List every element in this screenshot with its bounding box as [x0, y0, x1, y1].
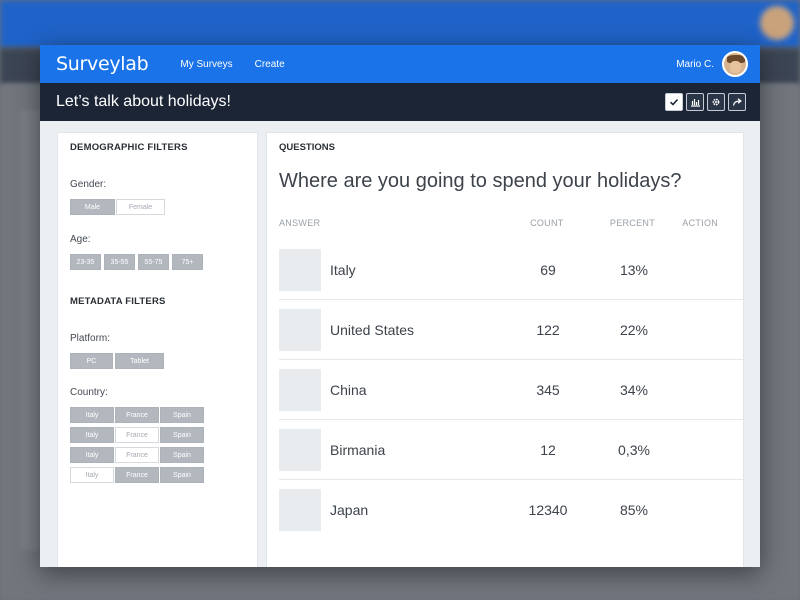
table-row: Japan 12340 85%: [279, 480, 743, 540]
table-row: United States 122 22%: [279, 300, 743, 360]
table-row: Birmania 12 0,3%: [279, 420, 743, 480]
demographic-filters-heading: DEMOGRAPHIC FILTERS: [70, 142, 188, 153]
question-text: Where are you going to spend your holida…: [279, 170, 682, 192]
column-percent: PERCENT: [609, 218, 655, 228]
platform-label: Platform:: [70, 333, 111, 344]
survey-content: DEMOGRAPHIC FILTERS Gender: Male Female …: [40, 121, 760, 567]
country-chip-italy[interactable]: Italy: [70, 427, 114, 443]
answer-percent: 22%: [619, 321, 649, 338]
platform-chip-pc[interactable]: PC: [70, 353, 113, 369]
country-chip-france[interactable]: France: [115, 427, 159, 443]
country-chip-france[interactable]: France: [115, 467, 159, 483]
column-answer: ANSWER: [279, 218, 321, 228]
gender-chip-male[interactable]: Male: [70, 199, 115, 215]
column-count: COUNT: [530, 218, 564, 228]
gender-options: Male Female: [70, 199, 245, 215]
answer-count: 12: [540, 441, 556, 458]
country-chip-france[interactable]: France: [115, 447, 159, 463]
answer-label: Italy: [330, 261, 356, 278]
answers-table: Italy 69 13% United States 122 22% China…: [267, 240, 743, 540]
answers-table-header: ANSWER COUNT PERCENT ACTION: [267, 218, 743, 230]
background-panel: [20, 110, 40, 550]
questions-panel: QUESTIONS Where are you going to spend y…: [266, 132, 744, 567]
answer-percent: 85%: [619, 502, 649, 518]
country-row: Italy France Spain: [70, 467, 245, 483]
nav-my-surveys[interactable]: My Surveys: [180, 59, 232, 70]
table-row: Italy 69 13%: [279, 240, 743, 300]
answer-percent: 13%: [619, 261, 649, 278]
country-chip-spain[interactable]: Spain: [160, 407, 204, 423]
gender-label: Gender:: [70, 179, 107, 190]
check-icon[interactable]: [665, 93, 683, 111]
user-menu[interactable]: Mario C.: [676, 51, 748, 77]
app-header: Surveylab My Surveys Create Mario C.: [40, 45, 760, 83]
background-avatar: [760, 6, 794, 40]
country-options: Italy France Spain Italy France Spain It…: [70, 407, 245, 483]
answer-thumbnail: [279, 308, 321, 351]
table-row: China 345 34%: [279, 360, 743, 420]
filters-panel: DEMOGRAPHIC FILTERS Gender: Male Female …: [57, 132, 258, 567]
survey-modal: Surveylab My Surveys Create Mario C. Let…: [40, 45, 760, 567]
platform-options: PC Tablet: [70, 353, 245, 369]
answer-percent: 0,3%: [618, 441, 650, 458]
country-chip-spain[interactable]: Spain: [160, 467, 204, 483]
answer-label: United States: [330, 321, 415, 338]
age-chip-55-75[interactable]: 55-75: [138, 254, 169, 270]
country-chip-spain[interactable]: Spain: [160, 427, 204, 443]
country-chip-italy[interactable]: Italy: [70, 467, 114, 483]
country-row: Italy France Spain: [70, 447, 245, 463]
answer-label: Birmania: [330, 441, 386, 458]
country-row: Italy France Spain: [70, 427, 245, 443]
answer-count: 122: [536, 321, 560, 338]
answer-thumbnail: [279, 489, 321, 531]
nav-create[interactable]: Create: [255, 59, 285, 70]
background-app-bar: [0, 0, 800, 48]
country-chip-france[interactable]: France: [115, 407, 159, 423]
country-label: Country:: [70, 387, 108, 398]
questions-heading: QUESTIONS: [279, 142, 335, 153]
country-chip-italy[interactable]: Italy: [70, 447, 114, 463]
answer-label: Japan: [330, 502, 369, 518]
answer-thumbnail: [279, 368, 321, 411]
country-chip-italy[interactable]: Italy: [70, 407, 114, 423]
answer-count: 345: [536, 381, 560, 398]
column-action: ACTION: [682, 218, 719, 228]
metadata-filters-heading: METADATA FILTERS: [70, 296, 166, 307]
answer-thumbnail: [279, 248, 321, 291]
gender-chip-female[interactable]: Female: [116, 199, 165, 215]
share-icon[interactable]: [728, 93, 746, 111]
age-options: 23-35 35-55 55-75 75+: [70, 254, 245, 270]
app-logo[interactable]: Surveylab: [56, 53, 149, 75]
answer-thumbnail: [279, 428, 321, 471]
age-label: Age:: [70, 234, 91, 245]
user-name[interactable]: Mario C.: [676, 59, 714, 70]
age-chip-23-35[interactable]: 23-35: [70, 254, 101, 270]
answer-count: 69: [540, 261, 556, 278]
page-title: Let’s talk about holidays!: [56, 93, 231, 110]
survey-title-bar: Let’s talk about holidays!: [40, 83, 760, 121]
gear-icon[interactable]: [707, 93, 725, 111]
avatar[interactable]: [722, 51, 748, 77]
age-chip-75-plus[interactable]: 75+: [172, 254, 203, 270]
answer-label: China: [330, 381, 367, 398]
country-chip-spain[interactable]: Spain: [160, 447, 204, 463]
survey-toolbar: [662, 93, 746, 111]
chart-icon[interactable]: [686, 93, 704, 111]
country-row: Italy France Spain: [70, 407, 245, 423]
age-chip-35-55[interactable]: 35-55: [104, 254, 135, 270]
answer-count: 12340: [528, 502, 568, 518]
platform-chip-tablet[interactable]: Tablet: [115, 353, 164, 369]
main-nav: My Surveys Create: [180, 59, 306, 70]
answer-percent: 34%: [619, 381, 649, 398]
